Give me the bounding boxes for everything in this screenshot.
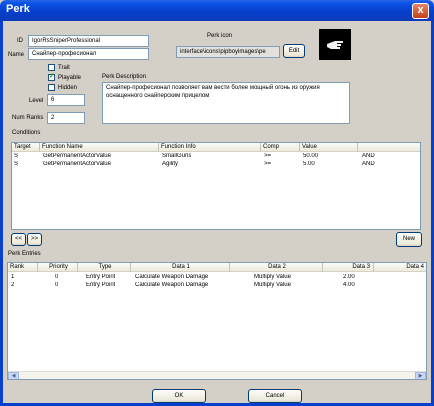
conditions-col-extra[interactable] [358,143,420,152]
trait-label: Trait [58,65,70,71]
conditions-col-function-name[interactable]: Function Name [40,143,159,152]
table-row-cell: >= [264,153,272,159]
table-row-cell: GetPermanentActorValue [43,161,111,167]
table-row-cell: 50.00 [303,153,319,159]
ok-button[interactable]: OK [152,389,206,403]
playable-label: Playable [58,75,82,81]
scroll-left-icon[interactable]: ◀ [8,372,19,379]
table-row-cell: Calculate Weapon Damage [135,282,209,288]
entries-col-data4[interactable]: Data 4 [374,263,426,272]
entries-col-rank[interactable]: Rank [8,263,38,272]
perk-icon-preview [319,29,351,60]
table-row-cell: 0 [55,274,59,280]
conditions-col-comp[interactable]: Comp [261,143,300,152]
table-row-cell: Calculate Weapon Damage [135,274,209,280]
window-titlebar[interactable] [0,0,434,21]
table-row-cell: SmallGuns [162,153,192,159]
table-row-cell: 4.00 [343,282,355,288]
table-row-cell: Multiply Value [254,274,291,280]
name-label: Name [8,52,25,58]
entries-horizontal-scrollbar[interactable]: ◀ ▶ [8,371,426,379]
perk-description-label: Perk Description [102,74,147,80]
table-row-cell: 1 [11,274,15,280]
perk-icon-path-field: interface\icons\pipboyimages\pe [176,46,280,58]
table-row-cell: AND [362,153,375,159]
table-row-cell: Agility [162,161,179,167]
next-condition-button[interactable]: >> [27,233,42,246]
level-field[interactable]: 6 [47,94,85,106]
perk-description-field[interactable]: Снайпер-професионал позволяет вам вести … [102,82,350,124]
id-field[interactable]: IgorRsSniperProfessional [28,35,149,47]
window-frame-left [0,21,3,406]
table-row-cell: Entry Point [86,282,116,288]
num-ranks-label: Num Ranks [12,115,44,121]
entries-col-priority[interactable]: Priority [38,263,78,272]
playable-checkbox[interactable] [48,72,55,81]
table-row-cell: 5.00 [303,161,315,167]
table-row-cell: 2 [11,282,15,288]
cancel-button[interactable]: Cancel [248,389,302,403]
conditions-col-target[interactable]: Target [12,143,40,152]
conditions-label: Conditions [12,130,41,136]
conditions-col-function-info[interactable]: Function Info [159,143,261,152]
perk-entries-label: Perk Entries [8,251,41,257]
table-row-cell: 0 [55,282,59,288]
perk-entries-table[interactable]: Rank Priority Type Data 1 Data 2 Data 3 … [7,262,427,380]
num-ranks-field[interactable]: 2 [47,112,85,124]
table-row-cell: 2.00 [343,274,355,280]
window-title: Perk [6,3,30,15]
close-button[interactable]: x [412,3,429,19]
id-label: ID [17,38,23,44]
name-field[interactable]: Снайпер-професионал [28,48,149,60]
hidden-label: Hidden [58,85,78,91]
pointing-hand-icon [327,41,343,49]
level-label: Level [29,98,44,104]
conditions-table[interactable]: Target Function Name Function Info Comp … [11,142,421,230]
entries-col-data1[interactable]: Data 1 [131,263,230,272]
prev-condition-button[interactable]: << [11,233,26,246]
table-row-cell: GetPermanentActorValue [43,153,111,159]
table-row-cell: >= [264,161,272,167]
table-row-cell: AND [362,161,375,167]
entries-col-data3[interactable]: Data 3 [323,263,374,272]
table-row-cell: S [14,153,19,159]
perk-icon-label: Perk icon [207,33,233,39]
table-row-cell: Multiply Value [254,282,291,288]
entries-col-type[interactable]: Type [78,263,131,272]
trait-checkbox[interactable] [48,64,55,71]
table-row-cell: Entry Point [86,274,116,280]
new-condition-button[interactable]: New [396,232,422,247]
conditions-col-value[interactable]: Value [300,143,358,152]
edit-icon-button[interactable]: Edit [283,44,305,58]
table-row-cell: S [14,161,19,167]
entries-col-data2[interactable]: Data 2 [230,263,323,272]
hidden-checkbox[interactable] [48,84,55,91]
scroll-right-icon[interactable]: ▶ [415,372,426,379]
